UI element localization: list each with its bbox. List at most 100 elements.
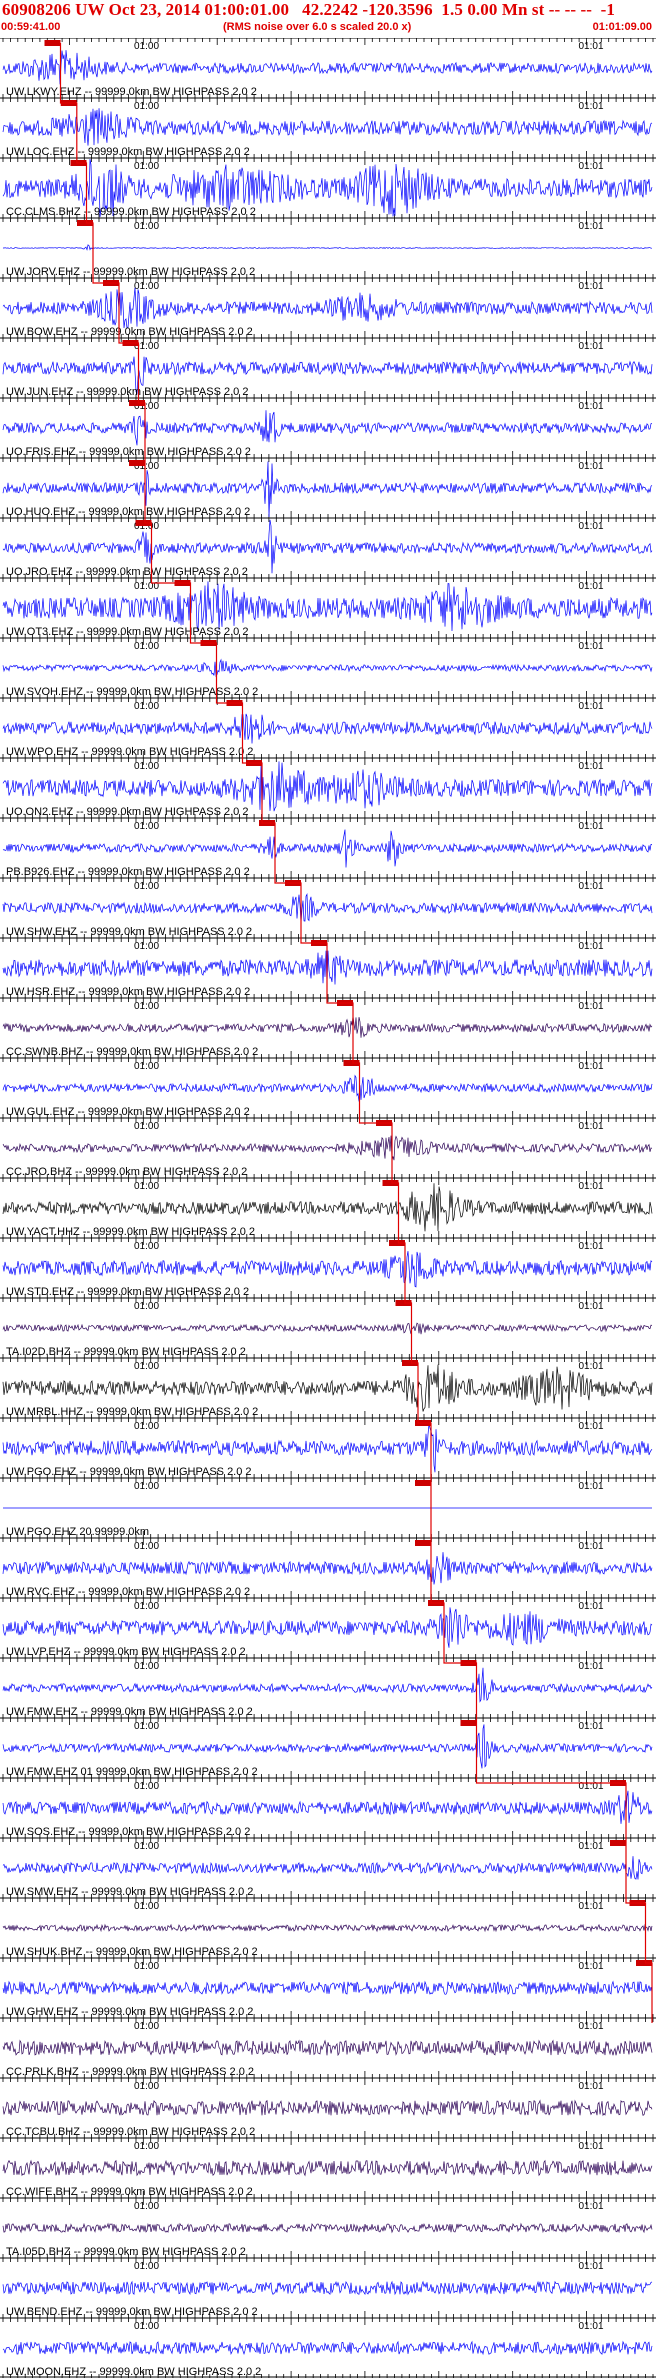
trace-label: UW.STD.EHZ -- 99999.0km BW HIGHPASS 2.0 … <box>6 1286 249 1298</box>
tick-label: 01:00 <box>134 221 159 232</box>
waveform <box>2 1790 653 1824</box>
tick-label: 01:01 <box>579 2261 604 2272</box>
tick-label: 01:01 <box>579 1061 604 1072</box>
waveform <box>2 1552 653 1585</box>
tick-label: 01:00 <box>134 1841 159 1852</box>
trace-label: UW.MOON.EHZ -- 99999.0km BW HIGHPASS 2.0… <box>6 2366 261 2378</box>
tick-label: 01:00 <box>134 1181 159 1192</box>
waveform <box>2 1183 653 1232</box>
trace-label: UW.GHW.EHZ -- 99999.0km BW HIGHPASS 2.0 … <box>6 2006 253 2018</box>
trace-label: UW.LKWY.EHZ -- 99999.0km BW HIGHPASS 2.0… <box>6 86 257 98</box>
waveform <box>2 2222 653 2234</box>
tick-label: 01:01 <box>579 341 604 352</box>
tick-label: 01:01 <box>579 1181 604 1192</box>
waveform <box>2 2039 653 2057</box>
trace-label: UW.JUN.EHZ -- 99999.0km BW HIGHPASS 2.0 … <box>6 386 248 398</box>
trace-label: UW.WPO.EHZ -- 99999.0km BW HIGHPASS 2.0 … <box>6 746 253 758</box>
waveform <box>2 2099 653 2117</box>
trace-label: CC.WIFE.BHZ -- 99999.0km BW HIGHPASS 2.0… <box>6 2186 253 2198</box>
plot-subtitle: (RMS noise over 6.0 s scaled 20.0 x) <box>223 21 412 33</box>
tick-label: 01:01 <box>579 521 604 532</box>
tick-label: 01:00 <box>134 1301 159 1312</box>
tick-label: 01:01 <box>579 2201 604 2212</box>
trace-label: UW.SMW.EHZ -- 99999.0km BW HIGHPASS 2.0 … <box>6 1886 253 1898</box>
tick-label: 01:01 <box>579 581 604 592</box>
tick-label: 01:01 <box>579 1121 604 1132</box>
trace-label: UW.MRBL.HHZ -- 99999.0km BW HIGHPASS 2.0… <box>6 1406 258 1418</box>
tick-label: 01:00 <box>134 161 159 172</box>
trace-label: UW.HSR.EHZ -- 99999.0km BW HIGHPASS 2.0 … <box>6 986 250 998</box>
trace-label: UW.LVP.EHZ -- 99999.0km BW HIGHPASS 2.0 … <box>6 1646 246 1658</box>
trace-label: UW.BOW.EHZ -- 99999.0km BW HIGHPASS 2.0 … <box>6 326 253 338</box>
trace-label: UW.LOC.EHZ -- 99999.0km BW HIGHPASS 2.0 … <box>6 146 250 158</box>
trace-label: TA.I02D.BHZ -- 99999.0km BW HIGHPASS 2.0… <box>6 1346 246 1358</box>
tick-label: 01:01 <box>579 281 604 292</box>
tick-label: 01:01 <box>579 761 604 772</box>
trace-label: UW.YACT.HHZ -- 99999.0km BW HIGHPASS 2.0… <box>6 1226 255 1238</box>
waveform <box>2 1074 653 1102</box>
trace-label: CC.PRLK.BHZ -- 99999.0km BW HIGHPASS 2.0… <box>6 2066 254 2078</box>
tick-label: 01:01 <box>579 221 604 232</box>
waveform <box>2 1856 653 1880</box>
tick-label: 01:00 <box>134 1001 159 1012</box>
tick-label: 01:01 <box>579 2141 604 2152</box>
tick-label: 01:01 <box>579 1961 604 1972</box>
tick-label: 01:00 <box>134 1601 159 1612</box>
tick-label: 01:01 <box>579 161 604 172</box>
tick-label: 01:00 <box>134 2201 159 2212</box>
tick-label: 01:00 <box>134 761 159 772</box>
tick-label: 01:01 <box>579 1601 604 1612</box>
pick-marker <box>610 1840 626 1846</box>
tick-label: 01:01 <box>579 461 604 472</box>
trace-label: UW.SHW.EHZ -- 99999.0km BW HIGHPASS 2.0 … <box>6 926 252 938</box>
tick-label: 01:01 <box>579 2321 604 2332</box>
tick-label: 01:00 <box>134 1421 159 1432</box>
tick-label: 01:01 <box>579 1241 604 1252</box>
trace-label: UO.FRIS.EHZ -- 99999.0km BW HIGHPASS 2.0… <box>6 446 251 458</box>
tick-label: 01:01 <box>579 101 604 112</box>
waveform <box>2 829 653 868</box>
waveform <box>2 658 653 678</box>
tick-label: 01:01 <box>579 1001 604 1012</box>
tick-label: 01:00 <box>134 1481 159 1492</box>
seismogram-plot: 01:00 01:01 UW.LKWY.EHZ -- 99999.0km BW HI… <box>0 38 656 2378</box>
trace-label: CC.TCBU.BHZ -- 99999.0km BW HIGHPASS 2.0… <box>6 2126 255 2138</box>
tick-label: 01:01 <box>579 401 604 412</box>
trace-label: UW.FMW.EHZ 01 99999.0km BW HIGHPASS 2.0 … <box>6 1766 258 1778</box>
tick-label: 01:00 <box>134 101 159 112</box>
trace-label: UW.PGO.EHZ 20.99999.0km <box>6 1526 149 1538</box>
trace-label: UW.JORV.EHZ -- 99999.0km BW HIGHPASS 2.0… <box>6 266 255 278</box>
event-title: 60908206 UW Oct 23, 2014 01:00:01.00 42.… <box>2 0 616 19</box>
trace-label: UW.BEND.EHZ -- 99999.0km BW HIGHPASS 2.0… <box>6 2306 258 2318</box>
tick-label: 01:00 <box>134 701 159 712</box>
waveform <box>2 761 653 812</box>
tick-label: 01:01 <box>579 821 604 832</box>
trace-label: UW.OT3.EHZ -- 99999.0km BW HIGHPASS 2.0 … <box>6 626 248 638</box>
tick-label: 01:01 <box>579 1361 604 1372</box>
tick-label: 01:01 <box>579 701 604 712</box>
tick-label: 01:00 <box>134 1961 159 1972</box>
tick-label: 01:01 <box>579 1541 604 1552</box>
tick-label: 01:00 <box>134 641 159 652</box>
tick-label: 01:00 <box>134 2321 159 2332</box>
tick-label: 01:00 <box>134 1121 159 1132</box>
waveform <box>2 1423 653 1473</box>
waveform <box>2 713 653 744</box>
trace-label: UW.SOS.EHZ -- 99999.0km BW HIGHPASS 2.0 … <box>6 1826 250 1838</box>
tick-label: 01:00 <box>134 2081 159 2092</box>
waveform <box>2 1251 653 1288</box>
trace-label: UO.ON2.EHZ -- 99999.0km BW HIGHPASS 2.0 … <box>6 806 248 818</box>
tick-label: 01:00 <box>134 1901 159 1912</box>
tick-label: 01:00 <box>134 1661 159 1672</box>
tick-label: 01:00 <box>134 941 159 952</box>
waveform <box>2 1607 653 1648</box>
pick-marker <box>415 1540 431 1546</box>
waveform <box>2 50 653 85</box>
waveform <box>2 581 653 632</box>
waveform <box>2 1724 653 1769</box>
waveform <box>2 2340 653 2356</box>
waveform <box>2 1980 653 1996</box>
waveform <box>2 2280 653 2296</box>
tick-label: 01:00 <box>134 2261 159 2272</box>
tick-label: 01:00 <box>134 881 159 892</box>
